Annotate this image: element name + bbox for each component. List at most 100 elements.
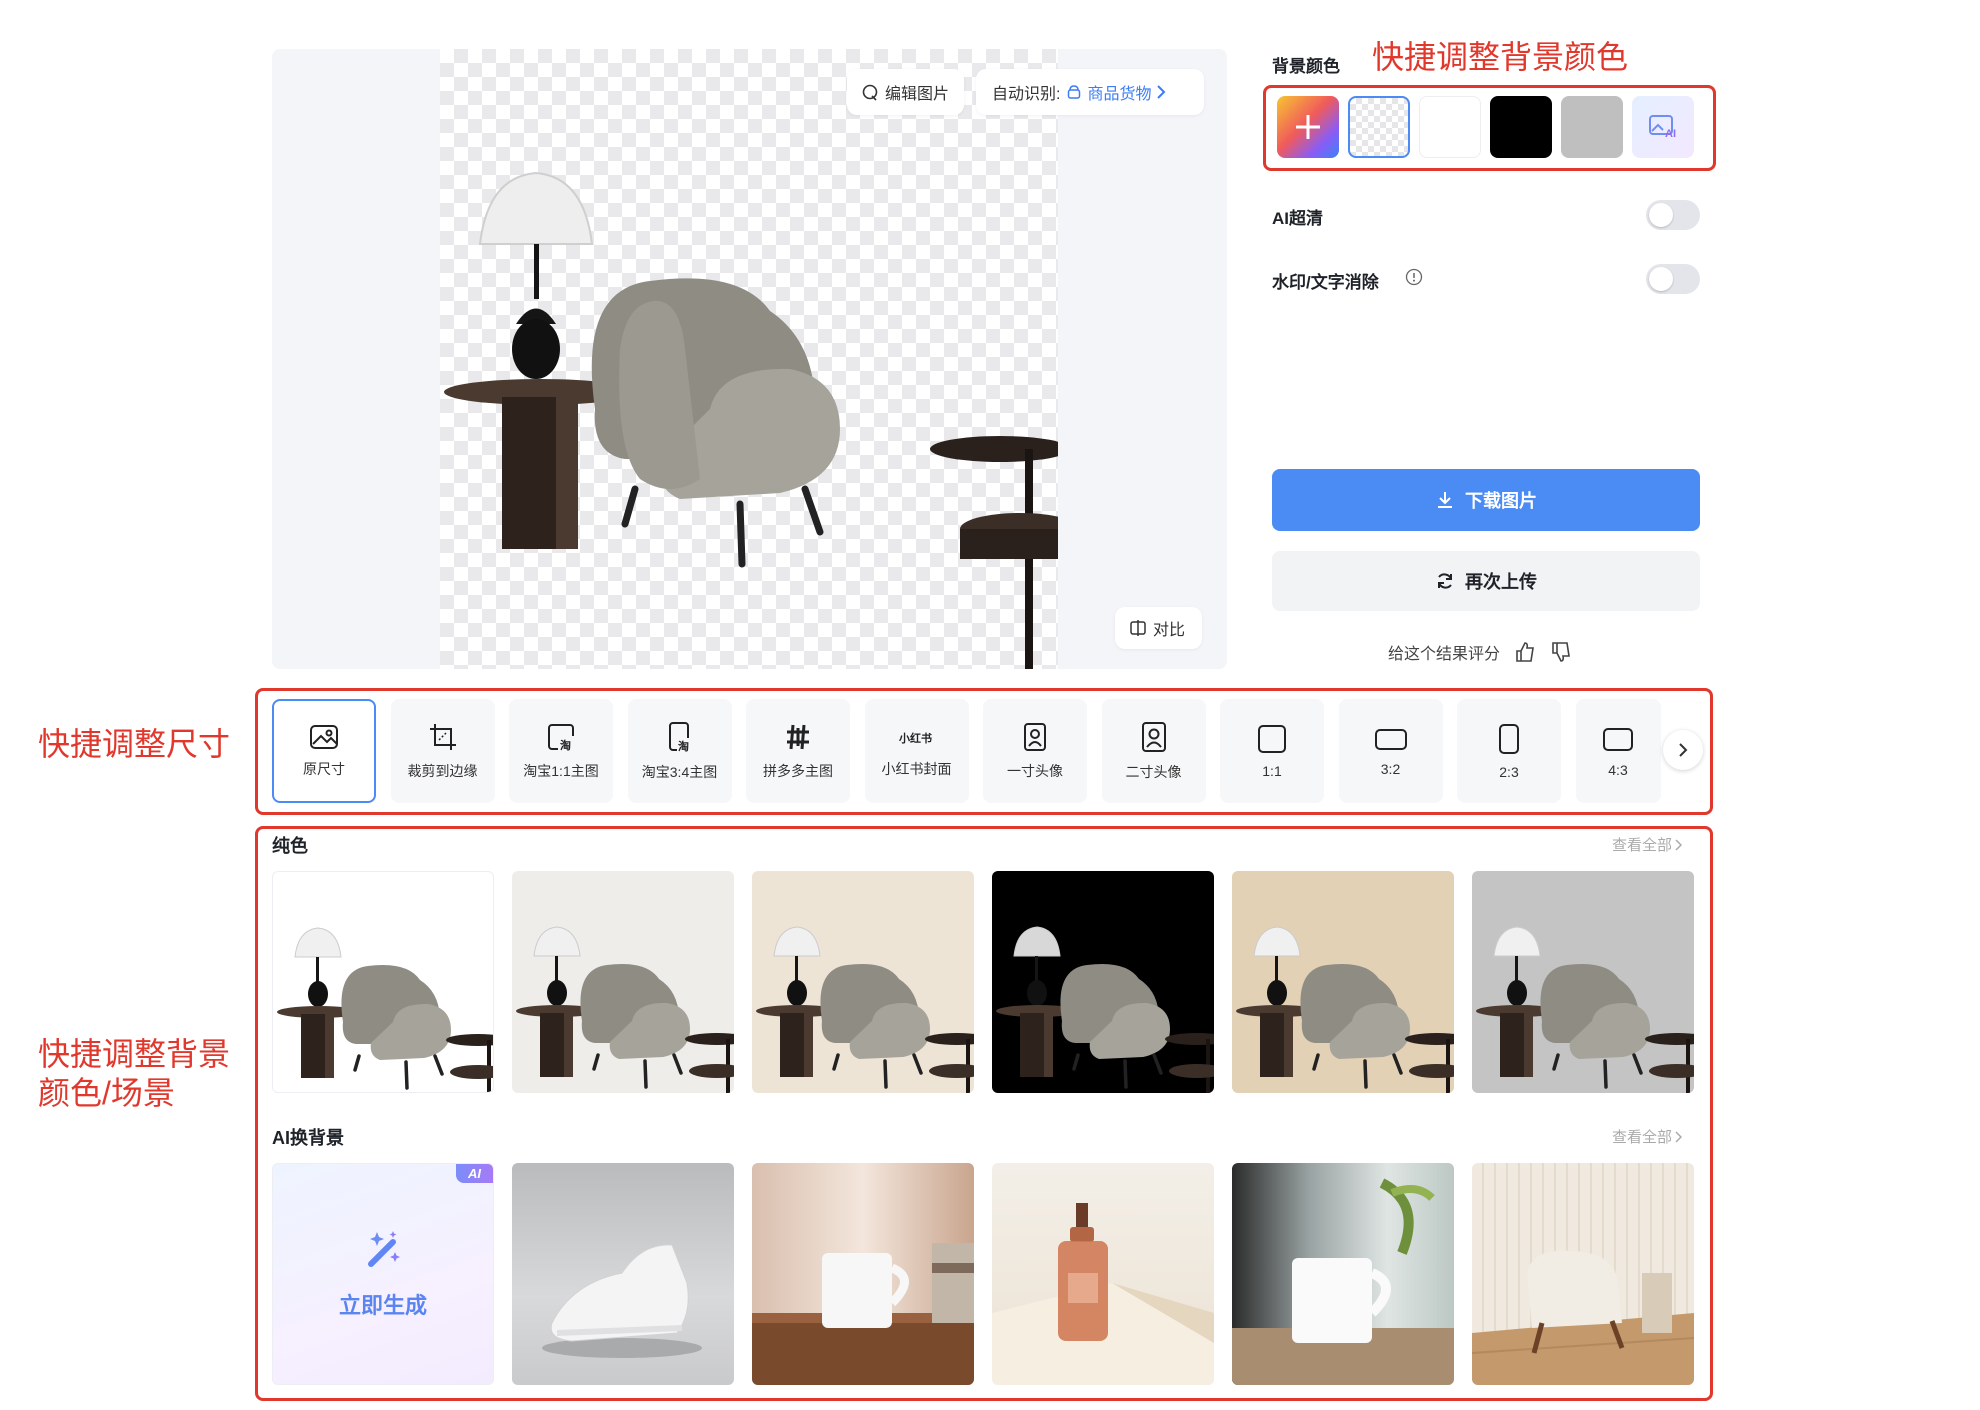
chevron-right-icon <box>1156 84 1166 100</box>
size-preset-pinduoduo[interactable]: 拼多多主图 <box>746 699 850 803</box>
info-icon[interactable] <box>1405 268 1423 286</box>
bg-color-label: 背景颜色 <box>1272 57 1340 76</box>
size-preset-label: 小红书封面 <box>881 760 952 777</box>
pinduoduo-icon <box>783 722 813 752</box>
add-custom-color-swatch[interactable] <box>1277 96 1339 158</box>
generate-now-label: 立即生成 <box>338 1293 427 1318</box>
rate-result-label: 给这个结果评分 <box>1388 646 1501 663</box>
solid-color-title: 纯色 <box>272 836 308 856</box>
compare-label: 对比 <box>1153 622 1186 639</box>
size-preset-portrait-2[interactable]: 二寸头像 <box>1101 699 1206 803</box>
ai-badge: AI <box>456 1164 493 1183</box>
ai-scene-armchair-room[interactable] <box>1472 1163 1694 1385</box>
ai-background-title: AI换背景 <box>272 1128 344 1148</box>
reupload-button[interactable]: 再次上传 <box>1272 551 1700 611</box>
portrait-1-icon <box>1022 722 1048 752</box>
ai-hd-label: AI超清 <box>1272 209 1323 228</box>
transparent-canvas <box>440 49 1058 669</box>
size-preset-label: 2:3 <box>1499 763 1519 780</box>
size-preset-portrait-1[interactable]: 一寸头像 <box>983 699 1087 803</box>
ratio-4-3-icon <box>1602 725 1634 753</box>
edit-image-label: 编辑图片 <box>885 86 950 103</box>
edit-icon <box>861 83 879 101</box>
size-preset-ratio-3-2[interactable]: 3:2 <box>1338 699 1443 803</box>
size-preset-label: 淘宝3:4主图 <box>641 763 718 780</box>
product-image <box>444 171 1058 669</box>
size-preset-label: 4:3 <box>1608 761 1628 778</box>
download-label: 下载图片 <box>1465 491 1537 511</box>
see-all-label: 查看全部 <box>1612 1129 1673 1146</box>
edit-image-button[interactable]: 编辑图片 <box>847 69 964 115</box>
solid-color-scene-1[interactable] <box>272 871 494 1093</box>
solid-color-scene-2[interactable] <box>512 871 734 1093</box>
solid-color-scene-4[interactable] <box>992 871 1214 1093</box>
scene-annotation-line2: 颜色/场景 <box>38 1075 175 1111</box>
ai-generate-card[interactable]: AI 立即生成 <box>272 1163 494 1385</box>
white-swatch[interactable] <box>1419 96 1481 158</box>
crop-icon <box>428 722 458 752</box>
size-next-button[interactable] <box>1663 730 1703 770</box>
goods-icon <box>1066 84 1082 100</box>
ai-scene-sneaker[interactable] <box>512 1163 734 1385</box>
size-preset-label: 二寸头像 <box>1125 763 1182 780</box>
size-preset-ratio-4-3[interactable]: 4:3 <box>1575 699 1661 803</box>
bg-color-annotation: 快捷调整背景颜色 <box>1372 39 1629 75</box>
download-image-button[interactable]: 下载图片 <box>1272 469 1700 531</box>
svg-text:AI: AI <box>1665 128 1676 139</box>
ai-scene-mug-table[interactable] <box>752 1163 974 1385</box>
compare-icon <box>1129 619 1147 637</box>
chevron-right-icon <box>1675 838 1683 851</box>
size-preset-label: 3:2 <box>1380 760 1401 777</box>
xiaohongshu-icon: 小红书 <box>897 724 937 750</box>
ai-scene-mug-window[interactable] <box>1232 1163 1454 1385</box>
ratio-1-1-icon <box>1257 724 1287 754</box>
auto-detect-value: 商品货物 <box>1087 86 1152 103</box>
size-preset-label: 淘宝1:1主图 <box>523 762 599 779</box>
size-preset-crop[interactable]: 裁剪到边缘 <box>390 699 495 803</box>
ai-see-all-link[interactable]: 查看全部 <box>1612 1126 1683 1147</box>
portrait-2-icon <box>1141 721 1167 753</box>
chevron-right-icon <box>1678 742 1688 758</box>
thumbs-up-icon[interactable] <box>1514 641 1536 663</box>
solid-color-scene-6[interactable] <box>1472 871 1694 1093</box>
watermark-removal-label: 水印/文字消除 <box>1272 273 1379 292</box>
size-annotation: 快捷调整尺寸 <box>38 726 231 762</box>
black-swatch[interactable] <box>1490 96 1552 158</box>
size-preset-label: 裁剪到边缘 <box>407 762 478 779</box>
taobao-portrait-icon: 淘 <box>665 721 695 753</box>
size-preset-label: 一寸头像 <box>1007 762 1063 779</box>
ratio-2-3-icon <box>1497 723 1521 755</box>
reupload-label: 再次上传 <box>1465 572 1537 592</box>
compare-button[interactable]: 对比 <box>1115 607 1202 649</box>
solid-color-scene-3[interactable] <box>752 871 974 1093</box>
size-preset-image[interactable]: 原尺寸 <box>272 699 376 803</box>
scene-annotation-line1: 快捷调整背景 <box>38 1036 231 1072</box>
auto-detect-label: 自动识别: <box>992 86 1061 103</box>
size-preset-xiaohongshu[interactable]: 小红书 小红书封面 <box>864 699 969 803</box>
svg-text:小红书: 小红书 <box>898 731 932 745</box>
gray-swatch[interactable] <box>1561 96 1623 158</box>
see-all-label: 查看全部 <box>1612 837 1673 854</box>
svg-text:淘: 淘 <box>560 738 571 752</box>
size-preset-taobao-square[interactable]: 淘淘宝1:1主图 <box>509 699 613 803</box>
watermark-removal-toggle[interactable] <box>1646 264 1700 294</box>
ai-scene-serum-bottle[interactable] <box>992 1163 1214 1385</box>
ai-hd-toggle[interactable] <box>1646 200 1700 230</box>
solid-color-scene-5[interactable] <box>1232 871 1454 1093</box>
thumbs-down-icon[interactable] <box>1550 641 1572 663</box>
image-icon <box>309 724 339 750</box>
ai-image-icon: AI <box>1649 115 1679 139</box>
auto-detect-selector[interactable]: 自动识别: 商品货物 <box>976 69 1204 115</box>
size-preset-label: 拼多多主图 <box>763 762 833 779</box>
ai-background-swatch[interactable]: AI <box>1632 96 1694 158</box>
taobao-square-icon: 淘 <box>546 722 576 752</box>
size-preset-ratio-2-3[interactable]: 2:3 <box>1457 699 1561 803</box>
transparent-swatch[interactable] <box>1348 96 1410 158</box>
solid-see-all-link[interactable]: 查看全部 <box>1612 834 1683 855</box>
plus-icon <box>1292 111 1324 143</box>
size-preset-label: 原尺寸 <box>303 760 345 777</box>
svg-text:淘: 淘 <box>678 739 689 753</box>
size-preset-taobao-portrait[interactable]: 淘淘宝3:4主图 <box>627 699 732 803</box>
size-preset-ratio-1-1[interactable]: 1:1 <box>1220 699 1324 803</box>
ratio-3-2-icon <box>1374 726 1408 752</box>
